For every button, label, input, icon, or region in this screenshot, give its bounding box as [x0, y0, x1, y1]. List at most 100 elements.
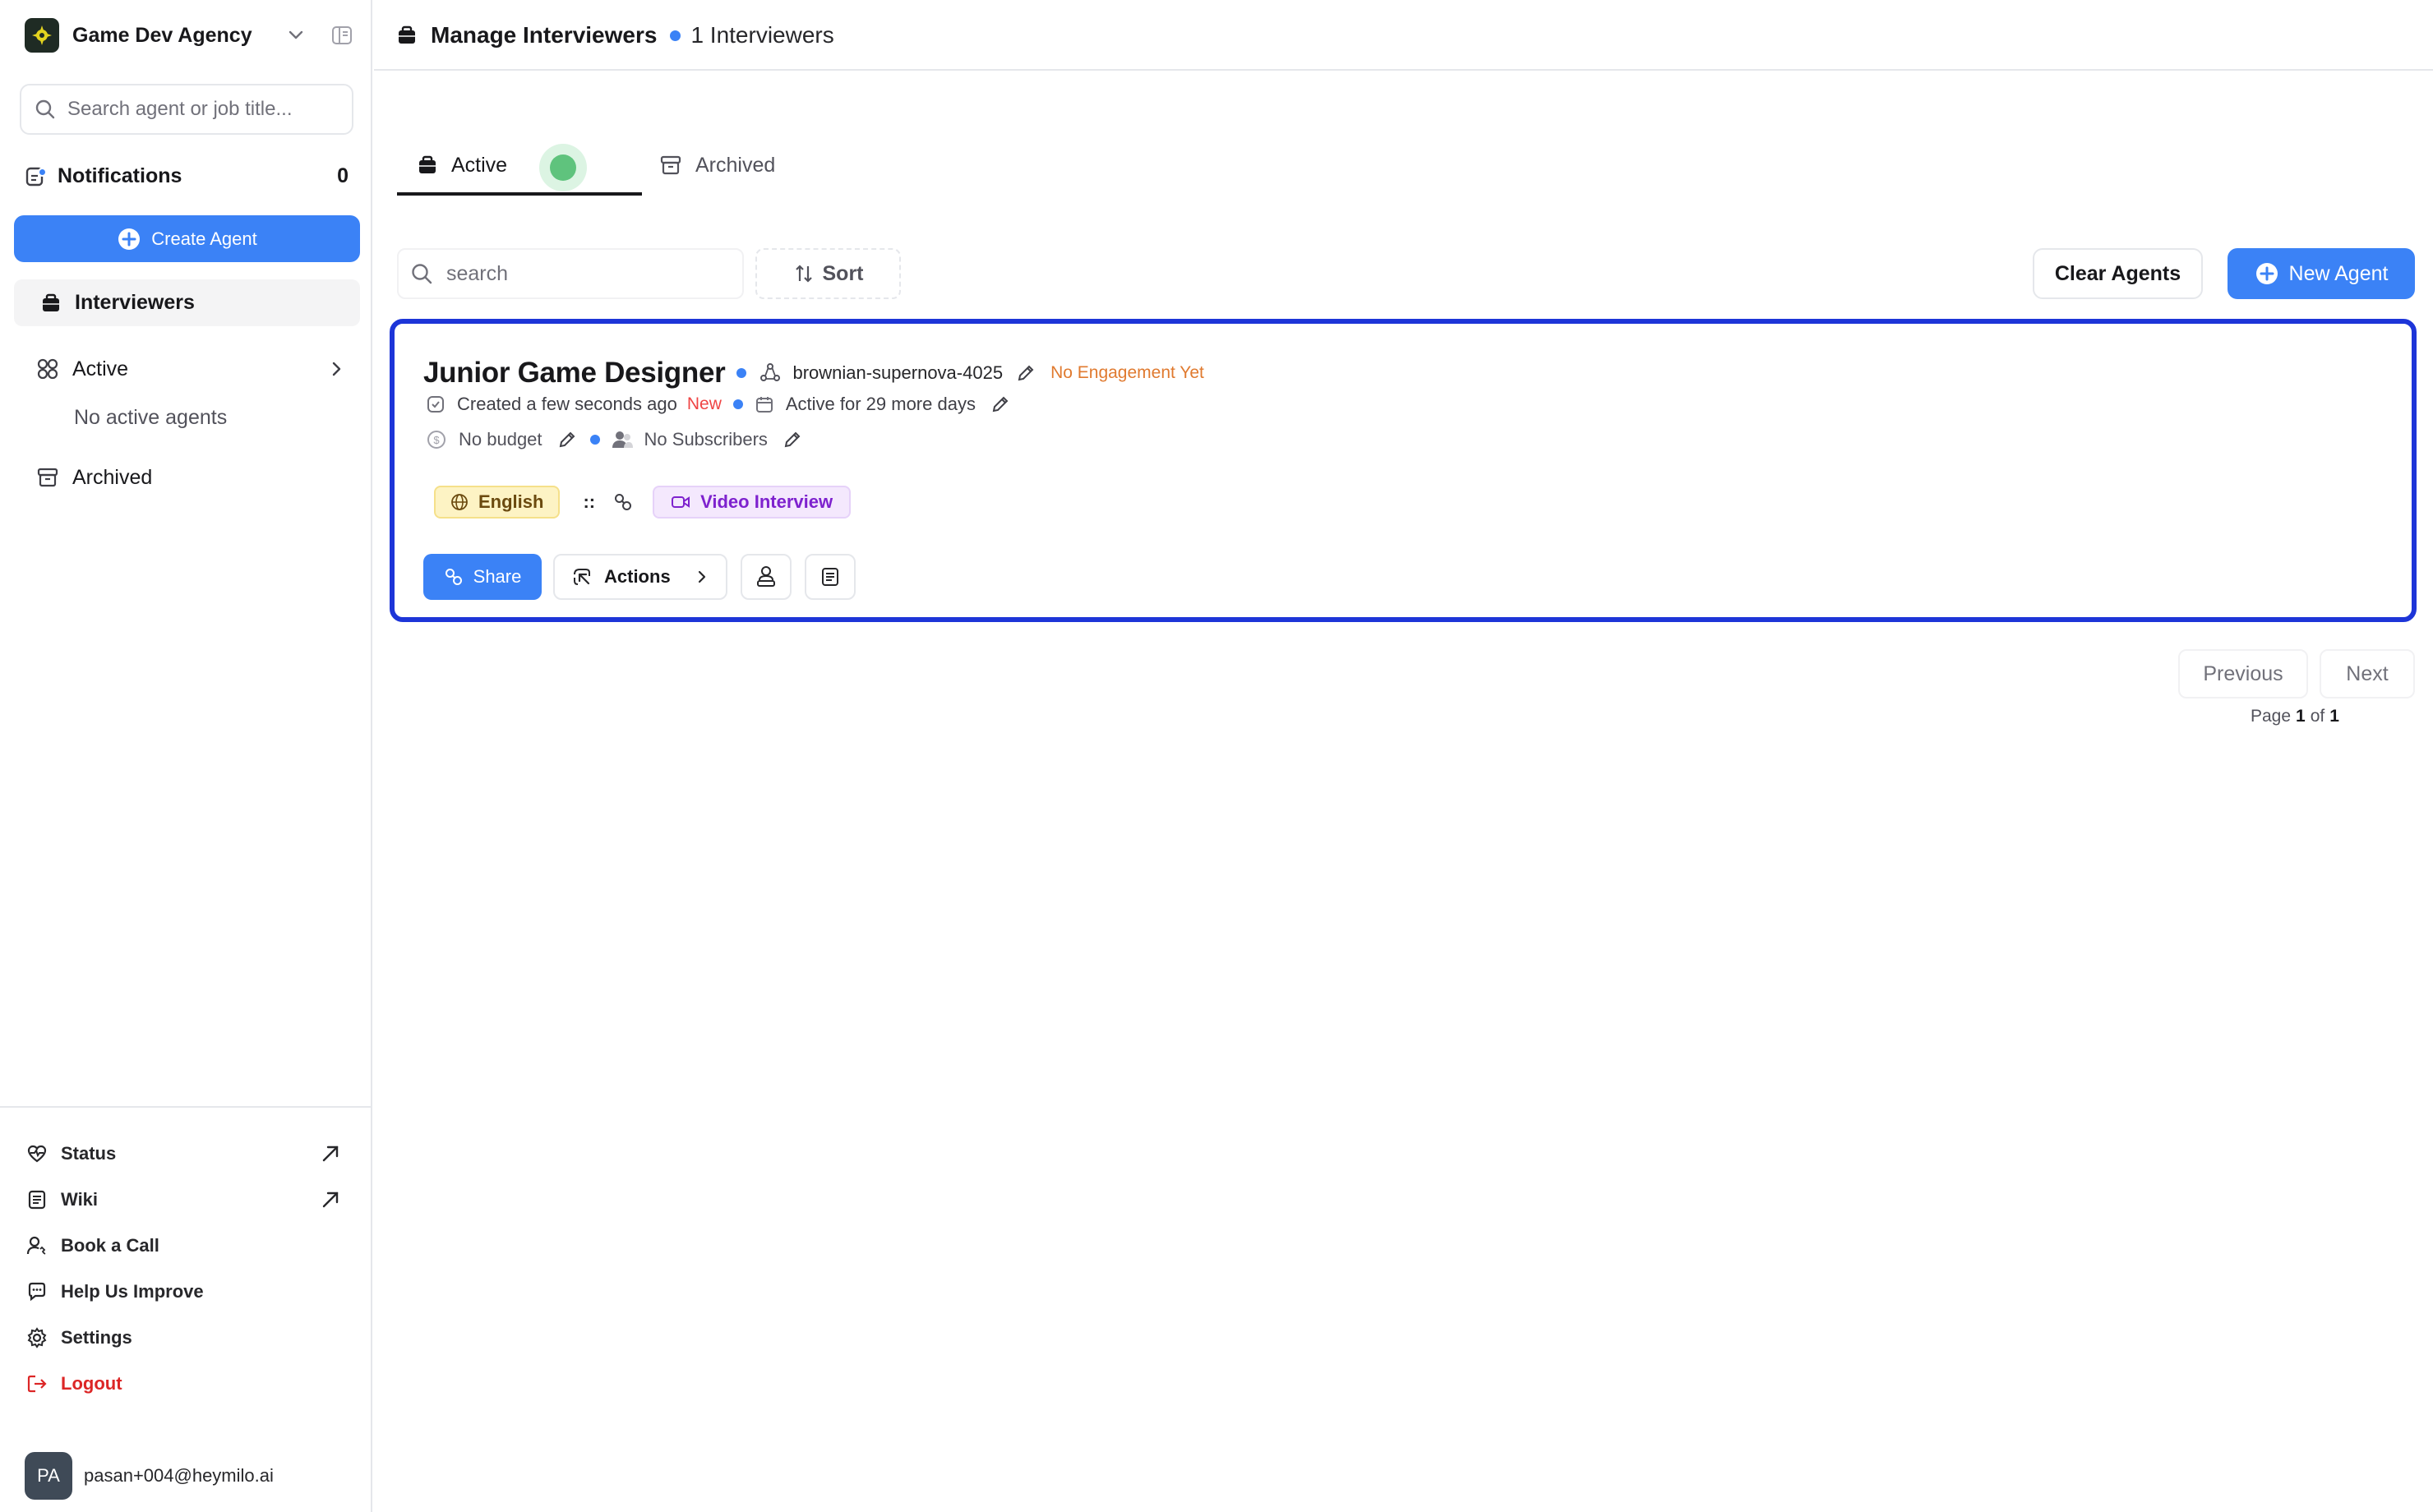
- edit-pencil-icon[interactable]: [990, 394, 1010, 414]
- interview-type-label: Video Interview: [700, 491, 833, 512]
- chevron-down-icon[interactable]: [286, 25, 306, 44]
- workspace-switcher[interactable]: Game Dev Agency: [25, 16, 358, 54]
- actions-button[interactable]: Actions: [553, 554, 727, 600]
- edit-pencil-icon[interactable]: [1016, 363, 1036, 383]
- sidebar-toggle-icon[interactable]: [330, 24, 353, 47]
- new-agent-label: New Agent: [2288, 261, 2389, 285]
- external-link-icon: [321, 1144, 340, 1164]
- tab-label: Active: [451, 153, 508, 177]
- language-label: English: [478, 491, 544, 512]
- heart-pulse-icon: [26, 1143, 48, 1164]
- bell-icon: [25, 164, 47, 187]
- next-page-button[interactable]: Next: [2320, 649, 2415, 698]
- logout-icon: [26, 1373, 48, 1394]
- workspace-logo-icon: [25, 18, 59, 53]
- sidebar-item-active[interactable]: Active: [36, 352, 352, 386]
- agent-title[interactable]: Junior Game Designer: [423, 357, 726, 390]
- subscribers-text: No Subscribers: [644, 429, 768, 449]
- report-button[interactable]: [805, 554, 856, 600]
- sidebar-item-interviewers[interactable]: Interviewers: [14, 279, 360, 326]
- video-camera-icon: [671, 494, 690, 510]
- chat-icon: [26, 1281, 48, 1302]
- workspace-name: Game Dev Agency: [72, 23, 252, 47]
- grid-icon: [36, 357, 59, 380]
- sidebar-item-label: Help Us Improve: [61, 1281, 204, 1302]
- separator-text: ::: [583, 491, 596, 512]
- sidebar-item-wiki[interactable]: Wiki: [26, 1184, 355, 1215]
- no-active-agents-text: No active agents: [74, 406, 228, 429]
- sort-button[interactable]: Sort: [755, 248, 901, 299]
- budget-text: No budget: [459, 429, 542, 449]
- sidebar-item-label: Logout: [61, 1373, 122, 1394]
- briefcase-icon: [396, 25, 418, 46]
- clear-agents-button[interactable]: Clear Agents: [2033, 248, 2203, 299]
- previous-page-button[interactable]: Previous: [2178, 649, 2308, 698]
- sidebar-item-logout[interactable]: Logout: [26, 1368, 355, 1399]
- separator-dot: [589, 435, 600, 445]
- sidebar-divider: [0, 1106, 372, 1108]
- sidebar-item-book-call[interactable]: Book a Call: [26, 1230, 355, 1261]
- interview-type-badge: Video Interview: [653, 486, 852, 519]
- sidebar: Game Dev Agency Notifications 0 Create A…: [0, 0, 372, 1512]
- live-indicator: [539, 144, 587, 191]
- briefcase-icon: [40, 293, 62, 314]
- live-dot: [550, 154, 576, 181]
- sidebar-item-label: Book a Call: [61, 1235, 159, 1256]
- chevron-right-icon[interactable]: [327, 360, 345, 378]
- agent-search: [397, 248, 744, 299]
- link-icon: [444, 567, 464, 587]
- document-icon: [26, 1189, 48, 1210]
- user-email: pasan+004@heymilo.ai: [84, 1465, 274, 1486]
- notifications-label: Notifications: [58, 164, 182, 187]
- sidebar-item-archived[interactable]: Archived: [36, 460, 152, 495]
- candidates-button[interactable]: [741, 554, 792, 600]
- sidebar-item-label: Archived: [72, 465, 153, 489]
- sidebar-item-label: Wiki: [61, 1189, 99, 1210]
- tab-archived[interactable]: Archived: [659, 146, 775, 184]
- share-label: Share: [473, 566, 522, 587]
- search-input[interactable]: [446, 261, 726, 286]
- sidebar-search-input[interactable]: [67, 98, 330, 121]
- tab-active[interactable]: Active: [397, 140, 642, 196]
- agent-slug: brownian-supernova-4025: [792, 362, 1004, 383]
- active-duration: Active for 29 more days: [785, 394, 976, 414]
- sidebar-item-label: Settings: [61, 1327, 132, 1348]
- external-link-icon: [321, 1190, 340, 1210]
- edit-pencil-icon[interactable]: [557, 430, 577, 449]
- user-profile[interactable]: PA pasan+004@heymilo.ai: [25, 1452, 274, 1500]
- separator-dot: [732, 399, 743, 409]
- dollar-icon: $: [426, 429, 447, 450]
- notifications-item[interactable]: Notifications 0: [25, 159, 353, 192]
- globe-icon: [450, 493, 469, 511]
- create-agent-button[interactable]: Create Agent: [14, 215, 360, 262]
- page-of: of: [2310, 707, 2325, 726]
- sidebar-item-settings[interactable]: Settings: [26, 1322, 355, 1353]
- subscribers-icon: [610, 429, 635, 450]
- sidebar-item-status[interactable]: Status: [26, 1138, 355, 1169]
- agent-card[interactable]: Junior Game Designer brownian-supernova-…: [390, 319, 2417, 622]
- page-indicator: Page 1 of 1: [2251, 707, 2339, 726]
- edit-pencil-icon[interactable]: [783, 430, 802, 449]
- sidebar-item-label: Interviewers: [75, 291, 195, 314]
- interviewer-count: 1 Interviewers: [690, 22, 834, 48]
- sidebar-item-help-improve[interactable]: Help Us Improve: [26, 1276, 355, 1307]
- archive-icon: [36, 466, 59, 489]
- sidebar-item-label: Active: [72, 357, 129, 380]
- page-title: Manage Interviewers: [431, 22, 658, 48]
- archive-icon: [659, 154, 682, 177]
- gear-icon: [26, 1327, 48, 1348]
- cursor-click-icon: [571, 566, 593, 588]
- sidebar-search: [20, 84, 353, 135]
- language-badge: English: [434, 486, 561, 519]
- user-call-icon: [26, 1235, 48, 1256]
- chevron-right-icon: [694, 569, 710, 585]
- check-badge-icon: [426, 394, 446, 414]
- briefcase-icon: [417, 154, 438, 176]
- link-icon[interactable]: [613, 492, 633, 512]
- document-icon: [819, 566, 841, 588]
- sidebar-item-label: Status: [61, 1143, 117, 1164]
- calendar-icon: [755, 394, 774, 414]
- new-agent-button[interactable]: New Agent: [2228, 248, 2415, 299]
- share-button[interactable]: Share: [423, 554, 542, 600]
- page-header: Manage Interviewers 1 Interviewers: [374, 0, 2433, 71]
